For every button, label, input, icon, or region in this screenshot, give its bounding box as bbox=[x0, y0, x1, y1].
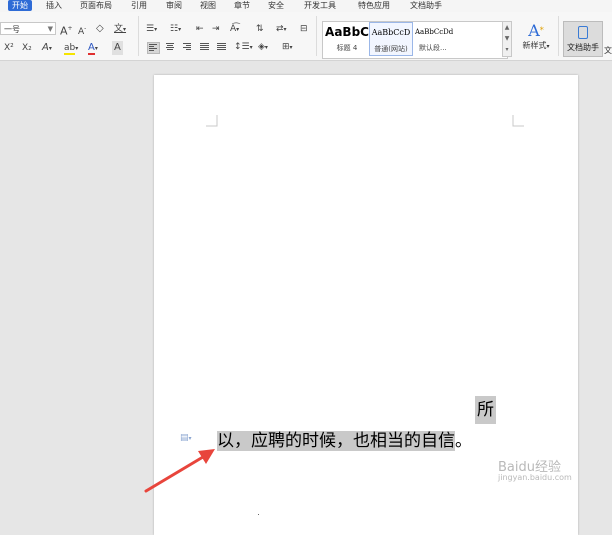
show-marks-button[interactable]: ⇄▾ bbox=[276, 22, 287, 36]
style-normal-web[interactable]: AaBbCcD 普通(网站) bbox=[369, 22, 413, 56]
menu-developer[interactable]: 开发工具 bbox=[304, 0, 336, 12]
doc-assistant-icon bbox=[578, 26, 588, 39]
menu-doc-assistant[interactable]: 文档助手 bbox=[410, 0, 442, 12]
shading-button[interactable]: ◈▾ bbox=[258, 40, 268, 54]
overflow-label: 文 bbox=[604, 46, 612, 55]
styles-gallery: AaBbC 标题 4 AaBbCcD 普通(网站) AaBbCcDd 默认段..… bbox=[322, 21, 508, 59]
line-end-punct: 。 bbox=[455, 431, 472, 451]
new-style-button[interactable]: A* 新样式▾ bbox=[516, 22, 556, 56]
dot-mark bbox=[258, 514, 259, 515]
scroll-up-icon[interactable]: ▲ bbox=[503, 22, 511, 33]
menu-insert[interactable]: 插入 bbox=[46, 0, 62, 12]
menu-view[interactable]: 视图 bbox=[200, 0, 216, 12]
pinyin-icon: 文 bbox=[114, 24, 124, 34]
style-heading-4[interactable]: AaBbC 标题 4 bbox=[325, 22, 369, 56]
menu-references[interactable]: 引用 bbox=[131, 0, 147, 12]
line-spacing-icon: ↕☰ bbox=[234, 42, 250, 52]
selected-text[interactable]: 以，应聘的时候，也相当的自信 bbox=[217, 431, 455, 451]
align-right-button[interactable] bbox=[182, 42, 193, 52]
text-effect-button[interactable]: A▾ bbox=[42, 41, 52, 55]
separator bbox=[316, 16, 317, 56]
menu-special-apps[interactable]: 特色应用 bbox=[358, 0, 390, 12]
chinese-layout-button[interactable]: A͡▾ bbox=[230, 22, 239, 36]
font-name-value: 一号 bbox=[4, 25, 20, 34]
scroll-down-icon[interactable]: ▼ bbox=[503, 33, 511, 44]
grow-font-button[interactable]: A+ bbox=[60, 22, 73, 38]
distribute-button[interactable] bbox=[216, 42, 227, 52]
menu-chapter[interactable]: 章节 bbox=[234, 0, 250, 12]
numbered-list-icon: ☷ bbox=[170, 24, 179, 34]
baidu-watermark: Baidu经验 jingyan.baidu.com bbox=[498, 460, 572, 482]
numbered-list-button[interactable]: ☷▾ bbox=[170, 22, 181, 36]
borders-button[interactable]: ⊞▾ bbox=[282, 40, 293, 54]
eraser-icon: ◇ bbox=[96, 23, 104, 34]
justify-button[interactable] bbox=[199, 42, 210, 52]
menu-bar: 开始 插入 页面布局 引用 审阅 视图 章节 安全 开发工具 特色应用 文档助手 bbox=[0, 0, 612, 12]
margin-corner-mark bbox=[206, 115, 218, 127]
subscript-button[interactable]: X₂ bbox=[22, 41, 32, 55]
paint-bucket-icon: ◈ bbox=[258, 42, 265, 52]
tab-icon: ⊟ bbox=[300, 24, 308, 34]
indent-icon: ⇥ bbox=[212, 24, 220, 34]
shrink-font-button[interactable]: A- bbox=[78, 22, 86, 37]
bullet-list-icon: ☰ bbox=[146, 24, 155, 34]
menu-page-layout[interactable]: 页面布局 bbox=[80, 0, 112, 12]
decrease-indent-button[interactable]: ⇤ bbox=[196, 22, 204, 36]
align-center-button[interactable] bbox=[165, 42, 176, 52]
line-spacing-button[interactable]: ↕☰▾ bbox=[234, 40, 253, 54]
annotation-arrow-icon bbox=[144, 449, 215, 493]
menu-review[interactable]: 审阅 bbox=[166, 0, 182, 12]
border-icon: ⊞ bbox=[282, 42, 290, 52]
increase-indent-button[interactable]: ⇥ bbox=[212, 22, 220, 36]
doc-assistant-button[interactable]: 文档助手 bbox=[563, 21, 603, 57]
clear-format-button[interactable]: ◇ bbox=[96, 22, 104, 36]
menu-security[interactable]: 安全 bbox=[268, 0, 284, 12]
text-line-2[interactable]: 以，应聘的时候，也相当的自信。 bbox=[217, 424, 472, 458]
gallery-scroll[interactable]: ▲ ▼ ▾ bbox=[502, 21, 512, 57]
font-color-button[interactable]: A▾ bbox=[88, 41, 98, 55]
pinyin-button[interactable]: 文▾ bbox=[114, 22, 126, 36]
highlight-button[interactable]: ab▾ bbox=[64, 41, 78, 55]
chevron-down-icon: ▼ bbox=[47, 25, 53, 33]
bullet-list-button[interactable]: ☰▾ bbox=[146, 22, 157, 36]
selected-text-line-1[interactable]: 所 bbox=[475, 396, 496, 424]
gallery-expand-icon[interactable]: ▾ bbox=[503, 44, 511, 55]
separator bbox=[558, 16, 559, 56]
sort-icon: ⇅ bbox=[256, 24, 264, 34]
align-left-button[interactable] bbox=[147, 42, 160, 54]
superscript-button[interactable]: X² bbox=[4, 41, 14, 55]
style-default-paragraph[interactable]: AaBbCcDd 默认段... bbox=[415, 22, 465, 56]
sort-button[interactable]: ⇅ bbox=[256, 22, 264, 36]
margin-corner-mark bbox=[512, 115, 524, 127]
separator bbox=[138, 16, 139, 56]
font-name-select[interactable]: 一号 ▼ bbox=[0, 22, 56, 35]
tabs-button[interactable]: ⊟ bbox=[300, 22, 308, 36]
new-style-icon: A* bbox=[528, 21, 544, 40]
paragraph-mark-icon: ⇄ bbox=[276, 24, 284, 34]
char-shading-button[interactable]: A bbox=[112, 41, 123, 55]
menu-home[interactable]: 开始 bbox=[8, 0, 32, 11]
outdent-icon: ⇤ bbox=[196, 24, 204, 34]
